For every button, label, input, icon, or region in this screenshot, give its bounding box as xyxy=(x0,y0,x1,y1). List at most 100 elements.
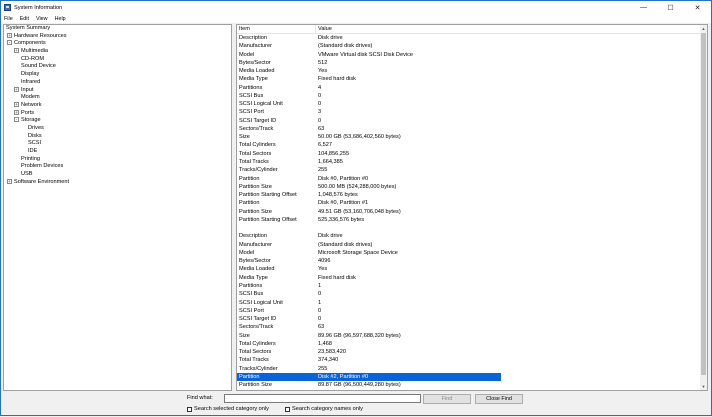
tree-item-printing[interactable]: Printing xyxy=(4,156,231,164)
list-row[interactable]: Sectors/Track 63 xyxy=(237,323,707,331)
list-row[interactable]: Total Cylinders 6,527 xyxy=(237,141,707,149)
vertical-scrollbar[interactable]: ▲ ▼ xyxy=(700,25,707,390)
list-row[interactable]: SCSI Port 3 xyxy=(237,108,707,116)
list-row[interactable]: Media Loaded Yes xyxy=(237,265,707,273)
minimize-button[interactable]: — xyxy=(630,1,657,14)
list-row[interactable]: Partition Size 49.51 GB (53,160,706,048 b… xyxy=(237,208,707,216)
search-category-names-checkbox[interactable]: Search category names only xyxy=(285,406,363,412)
item-cell: Partition xyxy=(239,175,260,182)
tree-item-scsi[interactable]: SCSI xyxy=(4,140,231,148)
list-row[interactable]: Description Disk drive xyxy=(237,34,707,42)
list-row[interactable]: Bytes/Sector 512 xyxy=(237,59,707,67)
item-cell: Partition Size xyxy=(239,208,272,215)
search-selected-category-checkbox[interactable]: Search selected category only xyxy=(187,406,269,412)
value-cell: 0 xyxy=(318,101,322,108)
list-row[interactable]: SCSI Logical Unit 0 xyxy=(237,100,707,108)
title-bar[interactable]: System Information — ☐ ✕ xyxy=(1,1,711,14)
list-row[interactable]: Total Cylinders 1,468 xyxy=(237,340,707,348)
tree-item-usb[interactable]: USB xyxy=(4,171,231,179)
find-button[interactable]: Find xyxy=(423,394,471,404)
tree-item-input[interactable]: + Input xyxy=(4,87,231,95)
tree-item-ports[interactable]: + Ports xyxy=(4,110,231,118)
close-find-button[interactable]: Close Find xyxy=(475,394,523,404)
close-button[interactable]: ✕ xyxy=(684,1,711,14)
list-row[interactable]: Total Tracks 374,340 xyxy=(237,356,707,364)
list-row[interactable]: Description Disk drive xyxy=(237,232,707,240)
list-row[interactable]: Partition Starting Offset 525,336,576 byt… xyxy=(237,216,707,224)
scroll-thumb[interactable] xyxy=(701,33,706,375)
menu-help[interactable]: Help xyxy=(55,16,66,22)
list-row[interactable]: Model Microsoft Storage Space Device xyxy=(237,249,707,257)
list-row[interactable]: Size 50.00 GB (53,686,402,560 bytes) xyxy=(237,133,707,141)
expand-icon[interactable]: + xyxy=(14,101,19,107)
checkbox-box[interactable] xyxy=(187,406,192,412)
list-row[interactable]: Partition Size 500.00 MB (524,288,000 byt… xyxy=(237,183,707,191)
scroll-down-icon[interactable]: ▼ xyxy=(700,383,707,390)
column-header-item[interactable]: Item xyxy=(237,25,316,33)
list-row[interactable]: Tracks/Cylinder 255 xyxy=(237,365,707,373)
list-row[interactable]: Manufacturer (Standard disk drives) xyxy=(237,42,707,50)
list-row[interactable] xyxy=(237,224,707,232)
list-row[interactable]: SCSI Logical Unit 1 xyxy=(237,299,707,307)
list-row[interactable]: Size 89.96 GB (96,597,688,320 bytes) xyxy=(237,332,707,340)
list-row[interactable]: Partition Disk #0, Partition #1 xyxy=(237,199,707,207)
tree-item-system-summary[interactable]: System Summary xyxy=(4,25,231,33)
list-row[interactable]: Partition Starting Offset 1,048,576 bytes xyxy=(237,191,707,199)
tree-item-network[interactable]: + Network xyxy=(4,102,231,110)
list-row[interactable]: SCSI Bus 0 xyxy=(237,92,707,100)
list-row-selected[interactable]: Partition Disk #2, Partition #0 xyxy=(237,372,501,382)
tree-item-infrared[interactable]: Infrared xyxy=(4,79,231,87)
list-row[interactable]: SCSI Bus 0 xyxy=(237,290,707,298)
list-row[interactable]: SCSI Port 0 xyxy=(237,307,707,315)
expand-icon[interactable]: + xyxy=(7,32,12,38)
find-what-input[interactable] xyxy=(224,394,421,403)
tree-item-label: Disks xyxy=(28,132,42,139)
tree-item-modem[interactable]: Modem xyxy=(4,94,231,102)
list-row[interactable]: Partition Size 89.87 GB (96,500,449,280 b… xyxy=(237,381,707,389)
list-row[interactable]: Total Sectors 104,856,255 xyxy=(237,150,707,158)
list-row[interactable]: Media Type Fixed hard disk xyxy=(237,75,707,83)
expand-icon[interactable]: + xyxy=(14,109,19,115)
tree-item-sound-device[interactable]: Sound Device xyxy=(4,63,231,71)
menu-file[interactable]: File xyxy=(4,16,13,22)
list-row[interactable]: Partition Disk #0, Partition #0 xyxy=(237,175,707,183)
menu-edit[interactable]: Edit xyxy=(20,16,29,22)
column-header-value[interactable]: Value xyxy=(316,25,707,33)
menu-view[interactable]: View xyxy=(36,16,48,22)
tree-item-multimedia[interactable]: + Multimedia xyxy=(4,48,231,56)
expand-icon[interactable]: + xyxy=(14,48,19,54)
checkbox-box[interactable] xyxy=(285,406,290,412)
list-row[interactable]: Manufacturer (Standard disk drives) xyxy=(237,241,707,249)
scroll-up-icon[interactable]: ▲ xyxy=(700,25,707,32)
tree-item-display[interactable]: Display xyxy=(4,71,231,79)
collapse-icon[interactable]: - xyxy=(14,117,19,123)
list-row[interactable]: Tracks/Cylinder 255 xyxy=(237,166,707,174)
list-row[interactable]: Total Tracks 1,664,385 xyxy=(237,158,707,166)
tree-item-problem-devices[interactable]: Problem Devices xyxy=(4,163,231,171)
list-row[interactable]: Partitions 1 xyxy=(237,282,707,290)
tree-item-disks[interactable]: Disks xyxy=(4,133,231,141)
list-row[interactable]: Media Type Fixed hard disk xyxy=(237,274,707,282)
list-row[interactable]: Media Loaded Yes xyxy=(237,67,707,75)
expand-icon[interactable]: + xyxy=(14,86,19,92)
list-row[interactable]: SCSI Target ID 0 xyxy=(237,117,707,125)
list-row[interactable]: Total Sectors 23,583,420 xyxy=(237,348,707,356)
list-row[interactable]: Model VMware Virtual disk SCSI Disk Devic… xyxy=(237,51,707,59)
tree-item-ide[interactable]: IDE xyxy=(4,148,231,156)
collapse-icon[interactable]: - xyxy=(7,40,12,46)
details-list[interactable]: Item Value Description Disk drive Manufact… xyxy=(236,24,708,391)
maximize-button[interactable]: ☐ xyxy=(657,1,684,14)
tree-item-hardware-resources[interactable]: + Hardware Resources xyxy=(4,33,231,41)
item-cell: SCSI Port xyxy=(239,109,264,116)
expand-icon[interactable]: + xyxy=(7,178,12,184)
tree-item-software-environment[interactable]: + Software Environment xyxy=(4,179,231,187)
list-row[interactable]: SCSI Target ID 0 xyxy=(237,315,707,323)
tree-item-drives[interactable]: Drives xyxy=(4,125,231,133)
tree-item-components[interactable]: - Components xyxy=(4,40,231,48)
list-row[interactable]: Partitions 4 xyxy=(237,84,707,92)
list-row[interactable]: Bytes/Sector 4096 xyxy=(237,257,707,265)
tree-item-storage[interactable]: - Storage xyxy=(4,117,231,125)
tree-item-cd-rom[interactable]: CD-ROM xyxy=(4,56,231,64)
list-row[interactable]: Sectors/Track 63 xyxy=(237,125,707,133)
category-tree[interactable]: System Summary + Hardware Resources - Compon… xyxy=(3,24,232,391)
